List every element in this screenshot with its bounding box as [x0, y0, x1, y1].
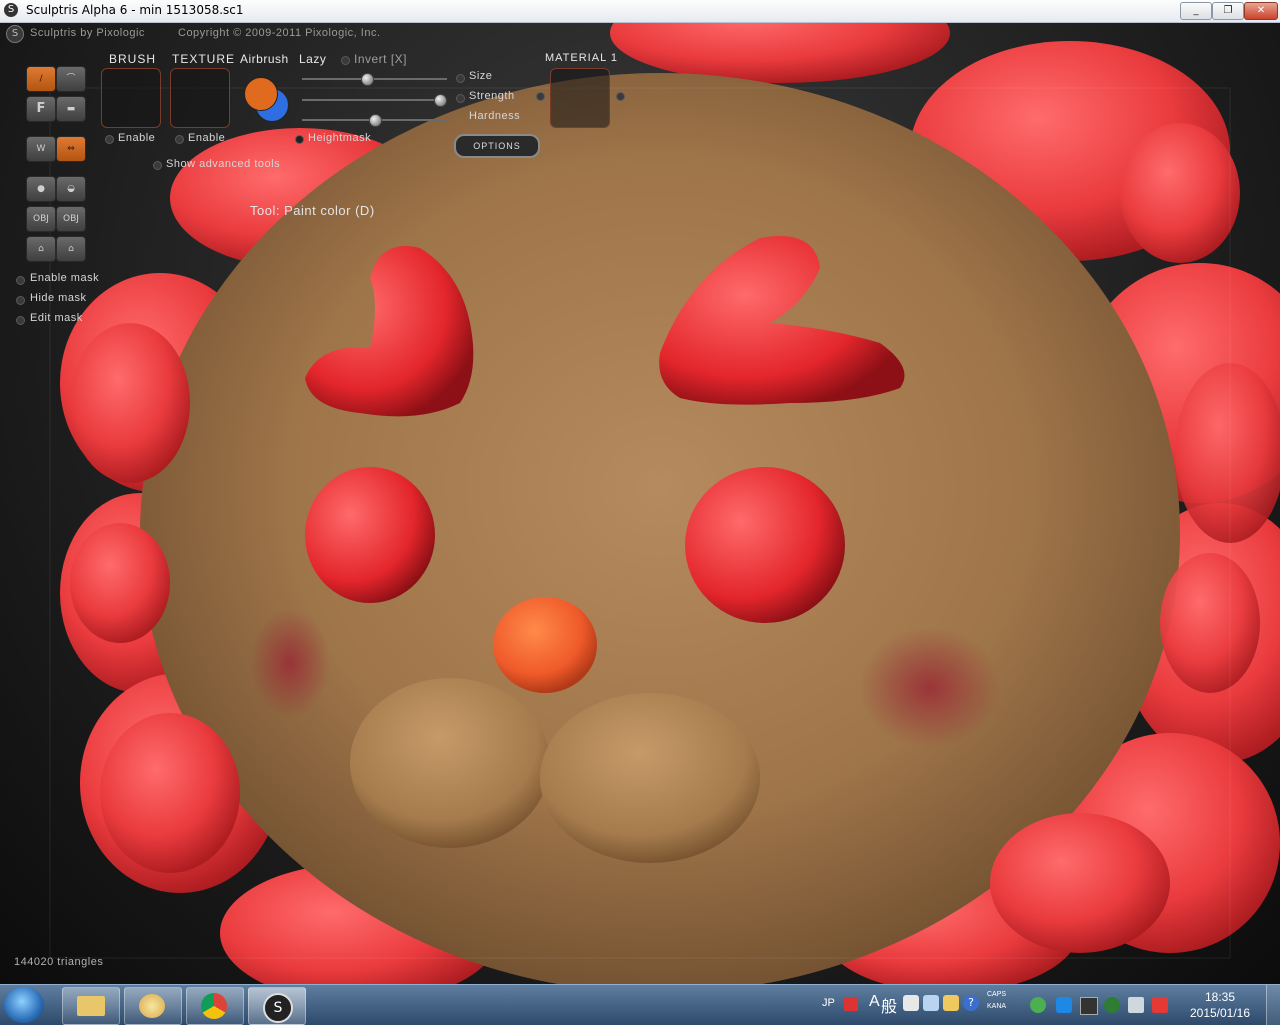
- primary-color-swatch[interactable]: [244, 77, 278, 111]
- size-slider[interactable]: [302, 73, 447, 86]
- size-toggle-dot[interactable]: [456, 74, 465, 83]
- fill-tool-button[interactable]: ▬: [56, 96, 86, 122]
- mirror-tool-button[interactable]: ⇔: [56, 136, 86, 162]
- help-icon[interactable]: ?: [963, 995, 979, 1011]
- load-icon-button[interactable]: ⌂: [56, 236, 86, 262]
- show-advanced-label: Show advanced tools: [166, 158, 281, 170]
- network-icon[interactable]: [1128, 997, 1144, 1013]
- texture-enable-label: Enable: [188, 132, 226, 144]
- symmetry-tool-button[interactable]: W: [26, 136, 56, 162]
- paint-bump-tool-button[interactable]: ⌒: [56, 66, 86, 92]
- texture-slot[interactable]: [170, 68, 230, 128]
- brush-enable-label: Enable: [118, 132, 156, 144]
- heightmask-toggle[interactable]: [295, 135, 304, 144]
- hardness-slider[interactable]: [302, 114, 447, 127]
- paint-brush-tool-button[interactable]: /: [26, 66, 56, 92]
- hardness-label: Hardness: [469, 110, 521, 122]
- maximize-button[interactable]: ❐: [1212, 2, 1244, 20]
- edit-mask-label: Edit mask: [30, 312, 83, 324]
- show-desktop-button[interactable]: [1266, 985, 1280, 1025]
- material-header: MATERIAL 1: [545, 52, 618, 64]
- size-label: Size: [469, 70, 493, 82]
- invert-toggle[interactable]: [341, 56, 350, 65]
- brush-alpha-slot[interactable]: [101, 68, 161, 128]
- minimize-button[interactable]: _: [1180, 2, 1212, 20]
- options-button[interactable]: OPTIONS: [454, 134, 540, 158]
- 3d-viewport[interactable]: S Sculptris by Pixologic Copyright © 200…: [0, 23, 1280, 984]
- chrome-taskbar-button[interactable]: [186, 987, 244, 1025]
- clock-date: 2015/01/16: [1189, 1006, 1251, 1020]
- ime-dictionary-icon[interactable]: [923, 995, 939, 1011]
- close-button[interactable]: ✕: [1244, 2, 1278, 20]
- lazy-label[interactable]: Lazy: [299, 52, 326, 66]
- material-slot[interactable]: [550, 68, 610, 128]
- window-title-bar: S Sculptris Alpha 6 - min 1513058.sc1 _ …: [0, 0, 1280, 23]
- network-status-icon[interactable]: [1104, 997, 1120, 1013]
- hide-mask-label: Hide mask: [30, 292, 87, 304]
- start-button[interactable]: [4, 987, 44, 1023]
- invert-label[interactable]: Invert [X]: [354, 52, 407, 66]
- system-clock[interactable]: 18:35 2015/01/16: [1178, 989, 1262, 1021]
- chrome-icon: [201, 993, 227, 1019]
- ime-pad-icon[interactable]: [943, 995, 959, 1011]
- export-obj-button[interactable]: OBJ: [56, 206, 86, 232]
- language-indicator[interactable]: JP: [822, 997, 835, 1009]
- brush-enable-toggle[interactable]: [105, 135, 114, 144]
- brush-header: BRUSH: [109, 52, 157, 66]
- sculptris-app-icon[interactable]: S: [4, 3, 18, 17]
- brand-label: Sculptris by Pixologic: [30, 27, 145, 39]
- strength-toggle-dot[interactable]: [456, 94, 465, 103]
- sculptris-taskbar-button[interactable]: S: [248, 987, 306, 1025]
- heightmask-label: Heightmask: [308, 132, 372, 144]
- explorer-taskbar-button[interactable]: [62, 987, 120, 1025]
- display-icon[interactable]: [1080, 997, 1098, 1015]
- caps-indicator: CAPS: [987, 991, 1007, 998]
- enable-mask-toggle[interactable]: [16, 276, 25, 285]
- texture-enable-toggle[interactable]: [175, 135, 184, 144]
- hardness-slider-knob[interactable]: [368, 114, 382, 127]
- flatten-tool-button[interactable]: F: [26, 96, 56, 122]
- copyright-label: Copyright © 2009-2011 Pixologic, Inc.: [178, 27, 381, 39]
- edit-mask-toggle[interactable]: [16, 316, 25, 325]
- strength-label: Strength: [469, 90, 515, 102]
- ime-mode-kanji[interactable]: 般: [881, 993, 897, 1017]
- ime-icon[interactable]: [844, 997, 858, 1011]
- material-next-dot[interactable]: [616, 92, 625, 101]
- show-advanced-toggle[interactable]: [153, 161, 162, 170]
- tool-status-label: Tool: Paint color (D): [250, 203, 375, 218]
- paint-taskbar-button[interactable]: [124, 987, 182, 1025]
- sculptris-icon: S: [263, 993, 293, 1023]
- material-prev-dot[interactable]: [536, 92, 545, 101]
- ime-tool-icon[interactable]: [903, 995, 919, 1011]
- import-obj-button[interactable]: OBJ: [26, 206, 56, 232]
- window-title: Sculptris Alpha 6 - min 1513058.sc1: [26, 3, 244, 17]
- strength-slider-knob[interactable]: [433, 94, 447, 107]
- kana-indicator: KANA: [987, 1003, 1007, 1010]
- save-icon-button[interactable]: ⌂: [26, 236, 56, 262]
- triangle-count: 144020 triangles: [14, 956, 104, 968]
- yahoo-box-icon[interactable]: [1056, 997, 1072, 1013]
- volume-muted-icon[interactable]: [1152, 997, 1168, 1013]
- palette-icon: [139, 994, 165, 1018]
- security-check-icon[interactable]: [1030, 997, 1046, 1013]
- ime-mode-a[interactable]: A: [869, 993, 880, 1011]
- strength-slider[interactable]: [302, 94, 447, 107]
- texture-header: TEXTURE: [172, 52, 236, 66]
- plane-tool-button[interactable]: ◒: [56, 176, 86, 202]
- airbrush-label[interactable]: Airbrush: [240, 52, 289, 66]
- sculptris-logo-icon: S: [6, 25, 24, 43]
- windows-taskbar: S JP A 般 ? CAPS KANA 18:35 2015/01/16: [0, 984, 1280, 1025]
- clock-time: 18:35: [1204, 990, 1236, 1004]
- sphere-tool-button[interactable]: ●: [26, 176, 56, 202]
- folder-icon: [77, 996, 105, 1016]
- hide-mask-toggle[interactable]: [16, 296, 25, 305]
- enable-mask-label: Enable mask: [30, 272, 100, 284]
